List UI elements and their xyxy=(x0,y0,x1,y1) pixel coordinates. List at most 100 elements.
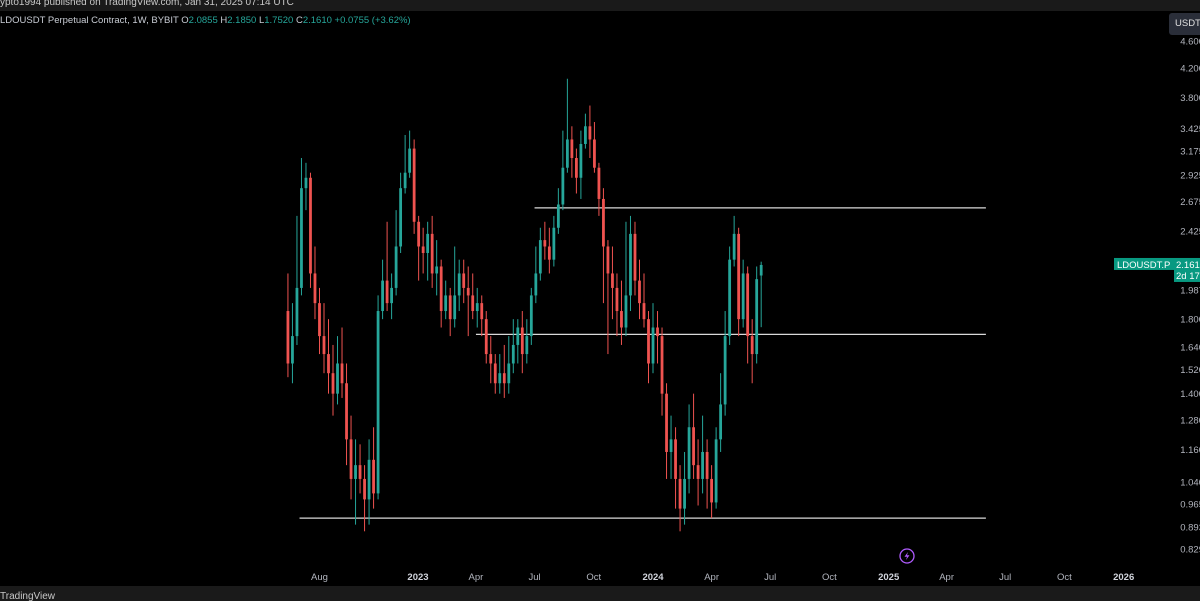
candle-body xyxy=(516,327,520,345)
candle-body xyxy=(291,336,294,364)
candle-body xyxy=(457,273,461,296)
candle xyxy=(593,122,596,173)
candle xyxy=(728,246,732,345)
candle-body xyxy=(475,303,479,312)
candle-body xyxy=(403,172,407,189)
candle xyxy=(705,439,709,509)
candle xyxy=(556,188,560,234)
candle-body xyxy=(426,233,430,254)
candle-body xyxy=(692,427,695,466)
candle-body xyxy=(471,295,475,312)
candle xyxy=(669,415,673,479)
candle xyxy=(660,327,664,416)
candle xyxy=(588,105,592,158)
candle xyxy=(444,280,448,320)
candle-body xyxy=(714,439,718,503)
candle-body xyxy=(710,478,714,503)
candle-body xyxy=(665,393,668,452)
candle-body xyxy=(480,303,484,320)
candle-body xyxy=(385,280,389,304)
candle-body xyxy=(561,167,565,205)
candle-body xyxy=(705,451,709,479)
candle-body xyxy=(336,363,339,394)
candle xyxy=(732,215,736,267)
candle xyxy=(286,273,290,378)
y-tick-label: 2.425 xyxy=(1180,226,1200,237)
x-tick-label: Oct xyxy=(822,572,837,583)
candle-body xyxy=(525,336,529,355)
candle-body xyxy=(547,246,551,260)
candle-body xyxy=(322,336,326,355)
candle-body xyxy=(565,139,569,168)
candle xyxy=(471,273,475,320)
candle xyxy=(651,303,655,374)
candle-body xyxy=(588,126,592,140)
candlestick-chart[interactable]: 4.600 4.200 3.800 3.425 3.175 2.925 2.675 2.425… xyxy=(0,0,1200,601)
candle xyxy=(611,246,614,320)
candle-body xyxy=(615,287,619,312)
lightning-icon[interactable] xyxy=(899,548,915,564)
candle xyxy=(318,287,321,355)
candle xyxy=(309,172,312,288)
y-tick-label: 0.965 xyxy=(1180,499,1200,510)
candle xyxy=(750,319,754,384)
candle xyxy=(502,344,506,398)
candle xyxy=(363,465,366,532)
candle-body xyxy=(606,246,610,274)
candle-body xyxy=(498,373,502,384)
candle-body xyxy=(746,273,750,337)
candle xyxy=(741,259,745,328)
candle-body xyxy=(556,204,560,228)
candle xyxy=(367,439,371,525)
candle-body xyxy=(462,273,466,288)
y-tick-label: 3.425 xyxy=(1180,124,1200,135)
candle xyxy=(345,363,348,466)
last-price-value: 2.161 xyxy=(1176,260,1200,271)
y-tick-label: 4.600 xyxy=(1180,37,1200,48)
candle-body xyxy=(593,139,596,168)
candle xyxy=(399,172,403,254)
candle-body xyxy=(453,295,457,320)
candle xyxy=(462,259,466,304)
candle-body xyxy=(439,266,443,312)
candle xyxy=(692,393,695,479)
candle xyxy=(322,303,326,374)
candle-body xyxy=(313,273,317,304)
candle xyxy=(426,221,430,281)
y-tick-label: 1.040 xyxy=(1180,477,1200,488)
candle-body xyxy=(570,139,574,158)
candle-body xyxy=(597,167,601,199)
candle xyxy=(304,162,308,211)
candle xyxy=(565,78,569,173)
candle xyxy=(511,319,515,374)
y-tick-label: 0.893 xyxy=(1180,522,1200,533)
candle xyxy=(525,319,529,364)
candle xyxy=(602,188,605,304)
candle xyxy=(520,311,524,374)
candle-body xyxy=(520,327,524,355)
candle-body xyxy=(318,303,321,337)
candle xyxy=(620,280,623,345)
candle xyxy=(412,139,416,234)
footer-bar: TradingView xyxy=(0,586,1200,601)
candle-body xyxy=(367,459,371,500)
candle xyxy=(457,259,461,312)
candle xyxy=(579,130,583,199)
candle-body xyxy=(444,295,448,312)
candle xyxy=(327,319,330,394)
candle xyxy=(493,354,497,394)
x-tick-label: Jul xyxy=(999,572,1011,583)
candle xyxy=(354,439,357,525)
y-tick-label: 4.200 xyxy=(1180,63,1200,74)
candle xyxy=(547,227,551,274)
candle xyxy=(480,295,484,337)
candle-body xyxy=(701,451,704,479)
candle xyxy=(714,427,718,509)
candle xyxy=(489,336,493,384)
candle xyxy=(642,273,646,328)
candle-body xyxy=(412,148,416,222)
candle xyxy=(710,465,714,519)
candle xyxy=(687,404,691,494)
candle-body xyxy=(647,319,650,364)
x-tick-label: Jul xyxy=(528,572,540,583)
